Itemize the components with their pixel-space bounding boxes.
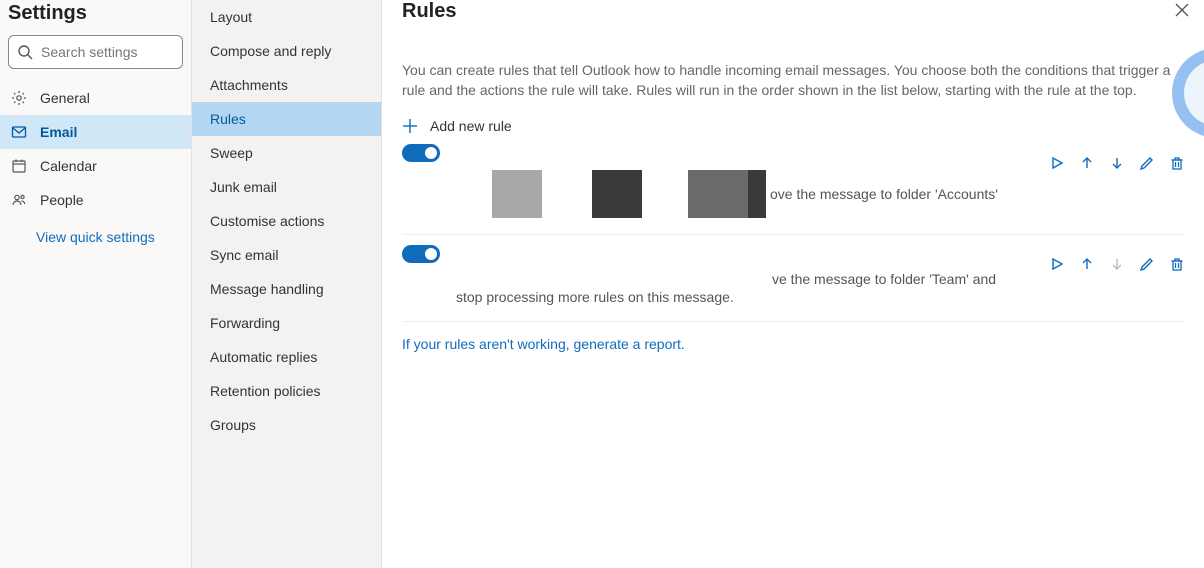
view-quick-settings-link[interactable]: View quick settings [0, 217, 191, 245]
run-rule-button[interactable] [1050, 156, 1064, 170]
redacted-block [592, 170, 642, 218]
calendar-icon [10, 158, 28, 174]
settings-sidebar: Settings General Email Ca [0, 0, 192, 568]
subnav-sweep[interactable]: Sweep [192, 136, 381, 170]
search-icon [17, 44, 33, 60]
redacted-block [688, 170, 748, 218]
sidebar-item-general[interactable]: General [0, 81, 191, 115]
rule-toggle[interactable] [402, 245, 440, 263]
subnav-forwarding[interactable]: Forwarding [192, 306, 381, 340]
subnav-customise[interactable]: Customise actions [192, 204, 381, 238]
rule-row: ove the message to folder 'Accounts' [402, 134, 1184, 235]
move-down-button[interactable] [1110, 156, 1124, 170]
subnav-sync[interactable]: Sync email [192, 238, 381, 272]
rule-description-cont: stop processing more rules on this messa… [456, 289, 1184, 305]
sidebar-item-email[interactable]: Email [0, 115, 191, 149]
delete-rule-button[interactable] [1170, 156, 1184, 170]
move-up-button[interactable] [1080, 156, 1094, 170]
plus-icon [402, 118, 418, 134]
run-rule-button[interactable] [1050, 257, 1064, 271]
rules-panel: Rules You can create rules that tell Out… [382, 0, 1204, 568]
sidebar-item-calendar[interactable]: Calendar [0, 149, 191, 183]
subnav-layout[interactable]: Layout [192, 0, 381, 34]
subnav-compose[interactable]: Compose and reply [192, 34, 381, 68]
mail-icon [10, 124, 28, 140]
subnav-rules[interactable]: Rules [192, 102, 381, 136]
search-box[interactable] [8, 35, 183, 69]
sidebar-item-label: Calendar [40, 158, 97, 174]
redacted-block [492, 170, 542, 218]
subnav-automatic-replies[interactable]: Automatic replies [192, 340, 381, 374]
sidebar-item-label: People [40, 192, 84, 208]
sidebar-item-people[interactable]: People [0, 183, 191, 217]
subnav-attachments[interactable]: Attachments [192, 68, 381, 102]
search-input[interactable] [41, 44, 182, 60]
people-icon [10, 192, 28, 208]
edit-rule-button[interactable] [1140, 156, 1154, 170]
close-button[interactable] [1174, 2, 1190, 18]
sidebar-item-label: Email [40, 124, 77, 140]
add-new-rule-button[interactable]: Add new rule [402, 118, 1184, 134]
sidebar-item-label: General [40, 90, 90, 106]
rules-intro-text: You can create rules that tell Outlook h… [402, 61, 1172, 100]
subnav-junk[interactable]: Junk email [192, 170, 381, 204]
page-title: Settings [0, 0, 191, 35]
add-rule-label: Add new rule [430, 118, 512, 134]
gear-icon [10, 90, 28, 106]
redacted-block [748, 170, 766, 218]
rule-description: ove the message to folder 'Accounts' [770, 186, 998, 202]
move-up-button[interactable] [1080, 257, 1094, 271]
rule-description: ve the message to folder 'Team' and [772, 271, 1184, 287]
rules-title: Rules [402, 0, 1184, 23]
rule-row: ve the message to folder 'Team' and stop… [402, 235, 1184, 322]
delete-rule-button[interactable] [1170, 257, 1184, 271]
subnav-retention[interactable]: Retention policies [192, 374, 381, 408]
generate-report-link[interactable]: If your rules aren't working, generate a… [402, 336, 685, 352]
move-down-button [1110, 257, 1124, 271]
subnav-groups[interactable]: Groups [192, 408, 381, 442]
subnav-message-handling[interactable]: Message handling [192, 272, 381, 306]
rule-toggle[interactable] [402, 144, 440, 162]
email-subnav: Layout Compose and reply Attachments Rul… [192, 0, 382, 568]
edit-rule-button[interactable] [1140, 257, 1154, 271]
